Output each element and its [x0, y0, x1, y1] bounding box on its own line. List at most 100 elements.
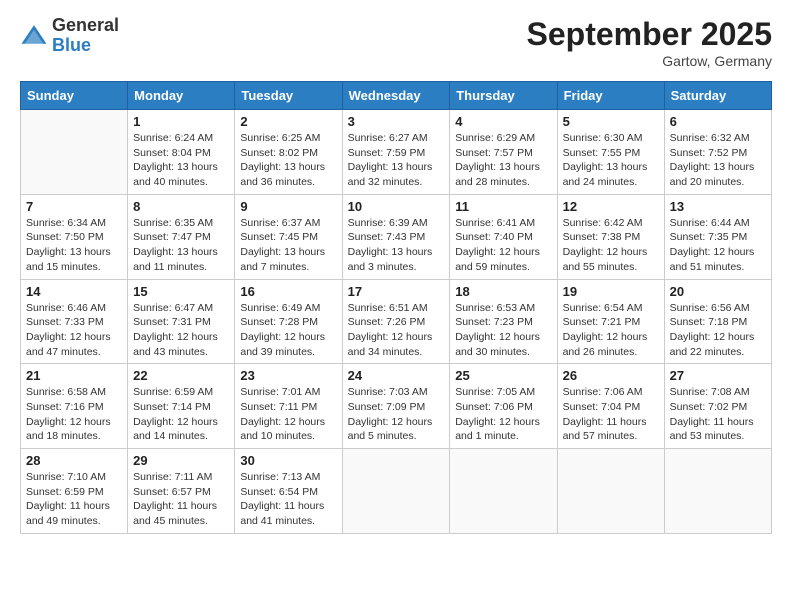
calendar-week-row: 14 Sunrise: 6:46 AMSunset: 7:33 PMDayligh…: [21, 279, 772, 364]
calendar-cell: 8 Sunrise: 6:35 AMSunset: 7:47 PMDaylight…: [128, 194, 235, 279]
day-number: 24: [348, 368, 445, 383]
calendar-table: SundayMondayTuesdayWednesdayThursdayFrid…: [20, 81, 772, 534]
cell-content: Sunrise: 7:01 AMSunset: 7:11 PMDaylight:…: [240, 385, 336, 444]
cell-content: Sunrise: 6:24 AMSunset: 8:04 PMDaylight:…: [133, 131, 229, 190]
day-number: 6: [670, 114, 766, 129]
cell-content: Sunrise: 6:35 AMSunset: 7:47 PMDaylight:…: [133, 216, 229, 275]
cell-content: Sunrise: 7:11 AMSunset: 6:57 PMDaylight:…: [133, 470, 229, 529]
cell-content: Sunrise: 7:03 AMSunset: 7:09 PMDaylight:…: [348, 385, 445, 444]
calendar-cell: [342, 449, 450, 534]
cell-content: Sunrise: 6:25 AMSunset: 8:02 PMDaylight:…: [240, 131, 336, 190]
day-number: 2: [240, 114, 336, 129]
day-number: 28: [26, 453, 122, 468]
day-number: 5: [563, 114, 659, 129]
day-number: 20: [670, 284, 766, 299]
day-number: 11: [455, 199, 551, 214]
cell-content: Sunrise: 7:08 AMSunset: 7:02 PMDaylight:…: [670, 385, 766, 444]
cell-content: Sunrise: 6:49 AMSunset: 7:28 PMDaylight:…: [240, 301, 336, 360]
calendar-cell: 28 Sunrise: 7:10 AMSunset: 6:59 PMDayligh…: [21, 449, 128, 534]
day-number: 30: [240, 453, 336, 468]
cell-content: Sunrise: 7:13 AMSunset: 6:54 PMDaylight:…: [240, 470, 336, 529]
cell-content: Sunrise: 7:05 AMSunset: 7:06 PMDaylight:…: [455, 385, 551, 444]
day-number: 18: [455, 284, 551, 299]
calendar-cell: 27 Sunrise: 7:08 AMSunset: 7:02 PMDayligh…: [664, 364, 771, 449]
weekday-header-monday: Monday: [128, 82, 235, 110]
logo: General Blue: [20, 16, 119, 56]
calendar-cell: 24 Sunrise: 7:03 AMSunset: 7:09 PMDayligh…: [342, 364, 450, 449]
location: Gartow, Germany: [527, 53, 772, 69]
calendar-cell: 5 Sunrise: 6:30 AMSunset: 7:55 PMDaylight…: [557, 110, 664, 195]
day-number: 15: [133, 284, 229, 299]
page-header: General Blue September 2025 Gartow, Germ…: [20, 16, 772, 69]
cell-content: Sunrise: 6:27 AMSunset: 7:59 PMDaylight:…: [348, 131, 445, 190]
calendar-cell: 11 Sunrise: 6:41 AMSunset: 7:40 PMDayligh…: [450, 194, 557, 279]
calendar-cell: 26Sunrise: 7:06 AMSunset: 7:04 PMDayligh…: [557, 364, 664, 449]
day-number: 1: [133, 114, 229, 129]
calendar-cell: 12 Sunrise: 6:42 AMSunset: 7:38 PMDayligh…: [557, 194, 664, 279]
calendar-week-row: 28 Sunrise: 7:10 AMSunset: 6:59 PMDayligh…: [21, 449, 772, 534]
day-number: 23: [240, 368, 336, 383]
day-number: 25: [455, 368, 551, 383]
cell-content: Sunrise: 6:59 AMSunset: 7:14 PMDaylight:…: [133, 385, 229, 444]
cell-content: Sunrise: 7:10 AMSunset: 6:59 PMDaylight:…: [26, 470, 122, 529]
calendar-cell: 30 Sunrise: 7:13 AMSunset: 6:54 PMDayligh…: [235, 449, 342, 534]
day-number: 12: [563, 199, 659, 214]
calendar-cell: 14 Sunrise: 6:46 AMSunset: 7:33 PMDayligh…: [21, 279, 128, 364]
calendar-cell: 23 Sunrise: 7:01 AMSunset: 7:11 PMDayligh…: [235, 364, 342, 449]
cell-content: Sunrise: 6:32 AMSunset: 7:52 PMDaylight:…: [670, 131, 766, 190]
calendar-cell: [664, 449, 771, 534]
cell-content: Sunrise: 6:41 AMSunset: 7:40 PMDaylight:…: [455, 216, 551, 275]
weekday-header-thursday: Thursday: [450, 82, 557, 110]
day-number: 22: [133, 368, 229, 383]
calendar-cell: 1 Sunrise: 6:24 AMSunset: 8:04 PMDaylight…: [128, 110, 235, 195]
calendar-cell: 9Sunrise: 6:37 AMSunset: 7:45 PMDaylight…: [235, 194, 342, 279]
month-title: September 2025: [527, 16, 772, 53]
cell-content: Sunrise: 6:29 AMSunset: 7:57 PMDaylight:…: [455, 131, 551, 190]
calendar-cell: 18Sunrise: 6:53 AMSunset: 7:23 PMDayligh…: [450, 279, 557, 364]
weekday-header-row: SundayMondayTuesdayWednesdayThursdayFrid…: [21, 82, 772, 110]
day-number: 14: [26, 284, 122, 299]
calendar-cell: [450, 449, 557, 534]
calendar-cell: 4 Sunrise: 6:29 AMSunset: 7:57 PMDaylight…: [450, 110, 557, 195]
calendar-cell: 29 Sunrise: 7:11 AMSunset: 6:57 PMDayligh…: [128, 449, 235, 534]
calendar-cell: 13Sunrise: 6:44 AMSunset: 7:35 PMDayligh…: [664, 194, 771, 279]
calendar-cell: 22 Sunrise: 6:59 AMSunset: 7:14 PMDayligh…: [128, 364, 235, 449]
day-number: 13: [670, 199, 766, 214]
day-number: 21: [26, 368, 122, 383]
calendar-cell: 7Sunrise: 6:34 AMSunset: 7:50 PMDaylight…: [21, 194, 128, 279]
cell-content: Sunrise: 6:51 AMSunset: 7:26 PMDaylight:…: [348, 301, 445, 360]
calendar-cell: 15Sunrise: 6:47 AMSunset: 7:31 PMDayligh…: [128, 279, 235, 364]
calendar-cell: 21Sunrise: 6:58 AMSunset: 7:16 PMDayligh…: [21, 364, 128, 449]
day-number: 29: [133, 453, 229, 468]
calendar-cell: 19Sunrise: 6:54 AMSunset: 7:21 PMDayligh…: [557, 279, 664, 364]
cell-content: Sunrise: 7:06 AMSunset: 7:04 PMDaylight:…: [563, 385, 659, 444]
cell-content: Sunrise: 6:42 AMSunset: 7:38 PMDaylight:…: [563, 216, 659, 275]
cell-content: Sunrise: 6:46 AMSunset: 7:33 PMDaylight:…: [26, 301, 122, 360]
calendar-cell: [557, 449, 664, 534]
day-number: 9: [240, 199, 336, 214]
weekday-header-sunday: Sunday: [21, 82, 128, 110]
cell-content: Sunrise: 6:54 AMSunset: 7:21 PMDaylight:…: [563, 301, 659, 360]
logo-icon: [20, 22, 48, 50]
weekday-header-friday: Friday: [557, 82, 664, 110]
day-number: 3: [348, 114, 445, 129]
weekday-header-wednesday: Wednesday: [342, 82, 450, 110]
title-block: September 2025 Gartow, Germany: [527, 16, 772, 69]
day-number: 4: [455, 114, 551, 129]
calendar-cell: 2 Sunrise: 6:25 AMSunset: 8:02 PMDaylight…: [235, 110, 342, 195]
day-number: 17: [348, 284, 445, 299]
day-number: 10: [348, 199, 445, 214]
day-number: 8: [133, 199, 229, 214]
weekday-header-saturday: Saturday: [664, 82, 771, 110]
weekday-header-tuesday: Tuesday: [235, 82, 342, 110]
logo-text: General Blue: [52, 16, 119, 56]
calendar-week-row: 21Sunrise: 6:58 AMSunset: 7:16 PMDayligh…: [21, 364, 772, 449]
day-number: 7: [26, 199, 122, 214]
calendar-cell: 20 Sunrise: 6:56 AMSunset: 7:18 PMDayligh…: [664, 279, 771, 364]
calendar-cell: 6 Sunrise: 6:32 AMSunset: 7:52 PMDaylight…: [664, 110, 771, 195]
day-number: 27: [670, 368, 766, 383]
cell-content: Sunrise: 6:56 AMSunset: 7:18 PMDaylight:…: [670, 301, 766, 360]
calendar-cell: 25 Sunrise: 7:05 AMSunset: 7:06 PMDayligh…: [450, 364, 557, 449]
cell-content: Sunrise: 6:30 AMSunset: 7:55 PMDaylight:…: [563, 131, 659, 190]
calendar-cell: 16Sunrise: 6:49 AMSunset: 7:28 PMDayligh…: [235, 279, 342, 364]
